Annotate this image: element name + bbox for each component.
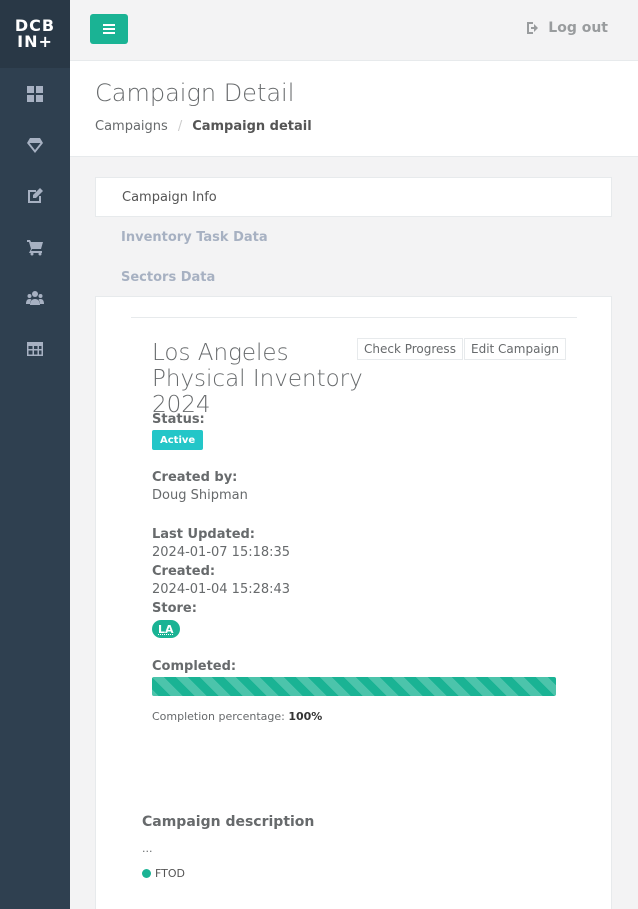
description-tag: FTOD (142, 867, 185, 880)
cart-icon (27, 239, 43, 255)
description-text: ... (142, 842, 153, 855)
breadcrumb-campaigns[interactable]: Campaigns (95, 119, 168, 134)
created-by-label: Created by: (152, 470, 238, 485)
store-label: Store: (152, 601, 197, 616)
check-progress-button[interactable]: Check Progress (357, 338, 463, 360)
status-badge: Active (152, 430, 204, 450)
completion-progress-bar (152, 677, 556, 696)
sidebar-item-users[interactable] (0, 272, 70, 323)
tag-dot-icon (142, 869, 151, 878)
tag-label: FTOD (155, 867, 185, 880)
completion-prefix: Completion percentage: (152, 710, 285, 723)
sidebar-item-dashboard[interactable] (0, 68, 70, 119)
last-updated-value: 2024-01-07 15:18:35 (152, 545, 291, 560)
table-icon (27, 341, 43, 356)
breadcrumb-current: Campaign detail (192, 119, 312, 134)
divider (131, 317, 577, 318)
sidebar-item-diamond[interactable] (0, 119, 70, 170)
sidebar: DCB IN+ (0, 0, 70, 909)
diamond-icon (27, 137, 43, 153)
top-navbar: Log out (70, 0, 638, 61)
created-label: Created: (152, 564, 216, 579)
edit-campaign-button[interactable]: Edit Campaign (464, 338, 567, 360)
tab-sectors-data[interactable]: Sectors Data (95, 257, 612, 297)
status-label: Status: (152, 412, 205, 427)
tab-campaign-info[interactable]: Campaign Info (95, 177, 612, 217)
hamburger-icon (103, 24, 115, 34)
completion-progress (152, 677, 556, 696)
completed-label: Completed: (152, 659, 237, 674)
users-icon (26, 290, 44, 305)
campaign-title-line-2: Physical Inventory 2024 (152, 366, 363, 418)
description-title: Campaign description (142, 814, 315, 830)
dashboard-icon (27, 85, 43, 102)
logout-label: Log out (548, 20, 608, 36)
tab-inventory-task-data[interactable]: Inventory Task Data (95, 217, 612, 257)
store-badge[interactable]: LA (152, 620, 180, 638)
sidebar-item-table[interactable] (0, 323, 70, 374)
brand-logo[interactable]: DCB IN+ (0, 0, 70, 68)
tab-list: Campaign Info Inventory Task Data Sector… (95, 177, 612, 297)
completion-text: Completion percentage: 100% (152, 710, 322, 723)
last-updated-label: Last Updated: (152, 527, 256, 542)
completion-value: 100% (288, 710, 323, 723)
edit-icon (28, 187, 43, 203)
page-title: Campaign Detail (95, 79, 295, 107)
brand-line-2: IN+ (17, 32, 53, 51)
campaign-info-panel: Los Angeles Physical Inventory 2024 Chec… (95, 296, 612, 909)
sidebar-item-cart[interactable] (0, 221, 70, 272)
sidebar-item-edit[interactable] (0, 170, 70, 221)
created-value: 2024-01-04 15:28:43 (152, 582, 291, 597)
sign-out-icon (527, 22, 539, 34)
breadcrumb: Campaigns / Campaign detail (95, 119, 312, 134)
logout-link[interactable]: Log out (526, 20, 608, 36)
page-heading: Campaign Detail Campaigns / Campaign det… (70, 61, 638, 157)
menu-toggle-button[interactable] (90, 14, 128, 44)
breadcrumb-separator: / (177, 119, 183, 134)
created-by-value: Doug Shipman (152, 488, 248, 503)
